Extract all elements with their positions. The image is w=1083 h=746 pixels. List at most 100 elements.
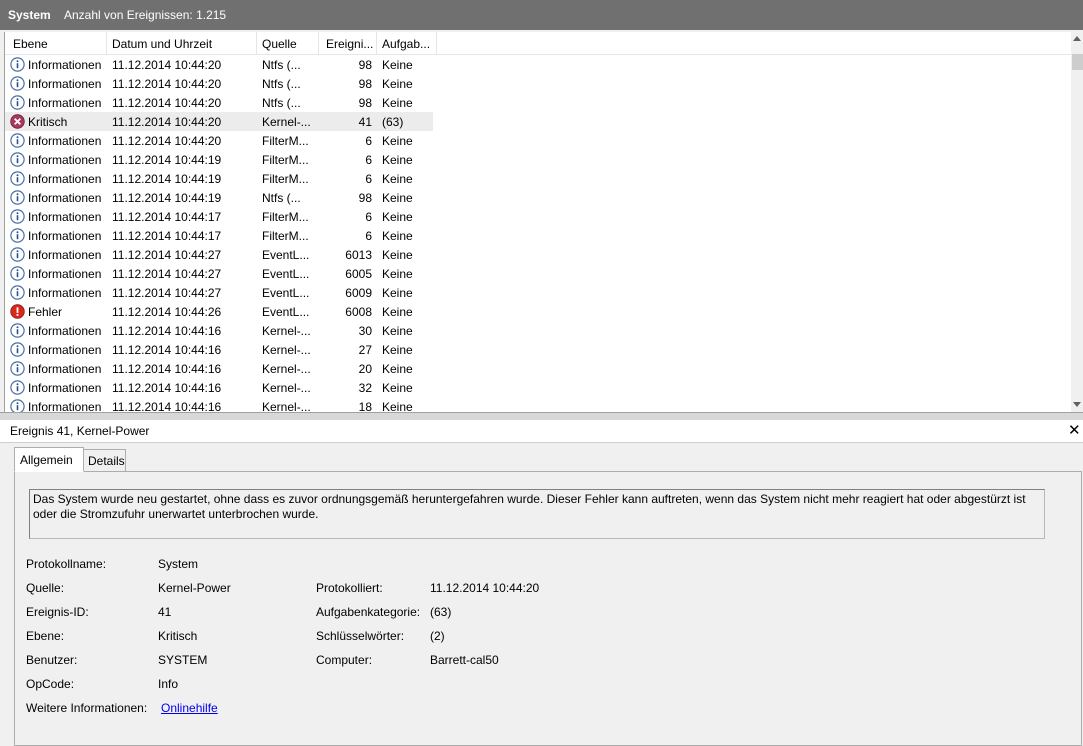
event-description[interactable]: Das System wurde neu gestartet, ohne das… <box>29 489 1045 539</box>
info-icon <box>10 57 25 72</box>
column-header-task[interactable]: Aufgab... <box>382 37 434 53</box>
close-icon[interactable]: ✕ <box>1068 421 1081 439</box>
label-source: Quelle: <box>26 581 65 595</box>
event-source: EventL... <box>262 267 310 281</box>
event-row[interactable]: Informationen 11.12.2014 10:44:16 Kernel-.… <box>5 378 1071 397</box>
column-separator[interactable] <box>376 32 377 54</box>
event-task: Keine <box>382 381 413 395</box>
event-level: Informationen <box>28 172 102 186</box>
column-separator[interactable] <box>436 32 437 54</box>
info-icon <box>10 133 25 148</box>
pane-splitter[interactable] <box>0 412 1083 420</box>
event-level: Informationen <box>28 210 102 224</box>
vertical-scrollbar[interactable] <box>1071 32 1083 412</box>
event-task: Keine <box>382 305 413 319</box>
event-source: Ntfs (... <box>262 96 301 110</box>
event-date: 11.12.2014 10:44:17 <box>112 210 222 224</box>
event-source: EventL... <box>262 248 310 262</box>
value-user: SYSTEM <box>158 653 208 667</box>
event-list[interactable]: Ebene Datum und Uhrzeit Quelle Ereigni..… <box>4 32 1083 412</box>
event-row[interactable]: Informationen 11.12.2014 10:44:27 EventL..… <box>5 283 1071 302</box>
online-help-link[interactable]: Onlinehilfe <box>161 701 218 715</box>
event-source: EventL... <box>262 305 310 319</box>
info-icon <box>10 342 25 357</box>
column-header-event-id[interactable]: Ereigni... <box>326 37 376 53</box>
info-icon <box>10 361 25 376</box>
event-task: (63) <box>382 115 404 129</box>
event-date: 11.12.2014 10:44:19 <box>112 153 222 167</box>
event-source: Kernel-... <box>262 362 311 376</box>
event-date: 11.12.2014 10:44:16 <box>112 362 222 376</box>
event-level: Informationen <box>28 267 102 281</box>
label-task-category: Aufgabenkategorie: <box>316 605 421 619</box>
event-source: Kernel-... <box>262 400 311 412</box>
scroll-thumb[interactable] <box>1072 54 1083 70</box>
tab-general[interactable]: Allgemein <box>14 447 84 472</box>
event-row[interactable]: Informationen 11.12.2014 10:44:16 Kernel-.… <box>5 359 1071 378</box>
event-id: 6 <box>365 229 372 243</box>
info-icon <box>10 228 25 243</box>
event-date: 11.12.2014 10:44:20 <box>112 96 222 110</box>
event-id: 98 <box>358 96 372 110</box>
event-row[interactable]: Informationen 11.12.2014 10:44:19 FilterM.… <box>5 169 1071 188</box>
event-task: Keine <box>382 134 413 148</box>
event-row[interactable]: Informationen 11.12.2014 10:44:19 FilterM.… <box>5 150 1071 169</box>
event-row[interactable]: Informationen 11.12.2014 10:44:20 Ntfs (..… <box>5 55 1071 74</box>
event-level: Informationen <box>28 286 102 300</box>
value-task-category: (63) <box>430 605 452 619</box>
info-icon <box>10 190 25 205</box>
event-id: 6005 <box>345 267 372 281</box>
event-row[interactable]: Informationen 11.12.2014 10:44:17 FilterM.… <box>5 207 1071 226</box>
event-row[interactable]: Informationen 11.12.2014 10:44:16 Kernel-.… <box>5 321 1071 340</box>
event-source: FilterM... <box>262 210 309 224</box>
event-row[interactable]: Informationen 11.12.2014 10:44:19 Ntfs (..… <box>5 188 1071 207</box>
column-separator[interactable] <box>106 32 107 54</box>
event-date: 11.12.2014 10:44:20 <box>112 134 222 148</box>
column-header-source[interactable]: Quelle <box>262 37 297 53</box>
event-source: Ntfs (... <box>262 58 301 72</box>
event-level: Informationen <box>28 191 102 205</box>
scroll-up-arrow-icon[interactable] <box>1073 36 1081 41</box>
column-separator[interactable] <box>318 32 319 54</box>
event-task: Keine <box>382 267 413 281</box>
column-separator[interactable] <box>256 32 257 54</box>
event-task: Keine <box>382 286 413 300</box>
value-source: Kernel-Power <box>158 581 231 595</box>
event-row[interactable]: Informationen 11.12.2014 10:44:20 Ntfs (..… <box>5 74 1071 93</box>
event-row[interactable]: Informationen 11.12.2014 10:44:20 FilterM.… <box>5 131 1071 150</box>
event-id: 41 <box>358 115 372 129</box>
scroll-down-arrow-icon[interactable] <box>1073 402 1081 407</box>
value-log-name: System <box>158 557 199 571</box>
event-date: 11.12.2014 10:44:19 <box>112 191 222 205</box>
event-row[interactable]: Informationen 11.12.2014 10:44:16 Kernel-.… <box>5 397 1071 412</box>
event-date: 11.12.2014 10:44:27 <box>112 267 222 281</box>
tab-details[interactable]: Details <box>82 449 126 472</box>
event-level: Informationen <box>28 77 102 91</box>
event-level: Kritisch <box>28 115 68 129</box>
event-row[interactable]: Kritisch 11.12.2014 10:44:20 Kernel-... 41 (… <box>5 112 1071 131</box>
event-date: 11.12.2014 10:44:27 <box>112 286 222 300</box>
event-source: FilterM... <box>262 134 309 148</box>
event-id: 6013 <box>345 248 372 262</box>
event-row[interactable]: Informationen 11.12.2014 10:44:20 Ntfs (..… <box>5 93 1071 112</box>
event-level: Fehler <box>28 305 63 319</box>
event-row[interactable]: Informationen 11.12.2014 10:44:16 Kernel-.… <box>5 340 1071 359</box>
event-id: 6 <box>365 153 372 167</box>
column-header-level[interactable]: Ebene <box>13 37 48 53</box>
value-event-id: 41 <box>158 605 172 619</box>
info-icon <box>10 399 25 412</box>
label-more-info: Weitere Informationen: <box>26 701 148 715</box>
event-level: Informationen <box>28 248 102 262</box>
event-task: Keine <box>382 210 413 224</box>
event-row[interactable]: Fehler 11.12.2014 10:44:26 EventL... 6008 Ke… <box>5 302 1071 321</box>
value-keywords: (2) <box>430 629 445 643</box>
column-header-date[interactable]: Datum und Uhrzeit <box>112 37 212 53</box>
event-id: 98 <box>358 191 372 205</box>
event-row[interactable]: Informationen 11.12.2014 10:44:27 EventL..… <box>5 245 1071 264</box>
event-row[interactable]: Informationen 11.12.2014 10:44:17 FilterM.… <box>5 226 1071 245</box>
info-icon <box>10 380 25 395</box>
event-row[interactable]: Informationen 11.12.2014 10:44:27 EventL..… <box>5 264 1071 283</box>
event-date: 11.12.2014 10:44:16 <box>112 400 222 412</box>
label-user: Benutzer: <box>26 653 78 667</box>
label-logged: Protokolliert: <box>316 581 383 595</box>
